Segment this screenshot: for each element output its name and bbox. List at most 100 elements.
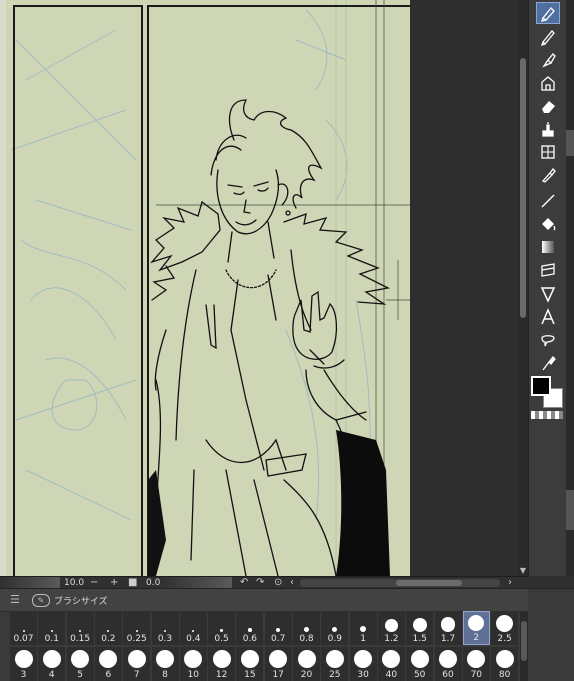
brush-size-option[interactable]: 25 [321, 647, 349, 681]
brush-size-option[interactable]: 0.6 [236, 611, 264, 645]
brush-size-option[interactable]: 0.9 [321, 611, 349, 645]
brush-size-option[interactable]: 0.8 [293, 611, 320, 645]
line-tool[interactable] [536, 190, 560, 212]
scroll-down-arrow[interactable]: ▼ [518, 566, 528, 576]
brush-size-preview-icon [14, 650, 33, 668]
brush-size-option[interactable]: 7 [123, 647, 151, 681]
brush-size-label: 0.3 [157, 634, 173, 644]
selection-tool[interactable] [536, 283, 560, 305]
horizontal-scrollbar[interactable] [300, 579, 500, 587]
panel-menu-icon[interactable]: ☰ [10, 593, 20, 606]
eyedropper-tool[interactable] [536, 164, 560, 186]
brush-size-option[interactable]: 0.07 [10, 611, 37, 645]
brush-size-option[interactable]: 6 [94, 647, 122, 681]
panel-header: ☰ ✎ ブラシサイズ [0, 589, 528, 612]
pen-tool[interactable] [536, 2, 560, 24]
brush-size-label: 25 [329, 670, 341, 680]
brush-size-option[interactable]: 0.2 [94, 611, 122, 645]
brush-size-option[interactable]: 0.15 [66, 611, 94, 645]
vertical-scrollbar[interactable]: ▼ [518, 0, 528, 576]
brush-size-option[interactable]: 10 [179, 647, 207, 681]
fill-tool[interactable] [536, 213, 560, 235]
brush-size-option[interactable]: 1 [349, 611, 377, 645]
brush-size-option[interactable]: 70 [462, 647, 490, 681]
brush-size-preview-icon [304, 627, 309, 632]
brush-size-option[interactable]: 30 [349, 647, 377, 681]
eraser-tool[interactable] [536, 95, 560, 117]
main-color-swatch[interactable] [531, 376, 551, 396]
canvas-area[interactable]: ▼ [0, 0, 528, 576]
brush-size-option[interactable]: 40 [377, 647, 405, 681]
brush-size-option[interactable]: 0.5 [208, 611, 236, 645]
brush-size-option[interactable]: 1.2 [377, 611, 405, 645]
brush-size-option[interactable]: 1.7 [434, 611, 462, 645]
brush-size-option[interactable]: 20 [293, 647, 320, 681]
pen-icon [541, 7, 555, 22]
pencil-tool[interactable] [536, 26, 560, 48]
horizontal-scroll-thumb[interactable] [396, 580, 462, 586]
dock-tab-marker[interactable] [566, 130, 574, 156]
brush-size-option[interactable]: 0.3 [151, 611, 179, 645]
brush-size-preview-icon [410, 650, 429, 668]
brush-size-option[interactable]: 8 [151, 647, 179, 681]
brush-size-preview-icon [107, 630, 110, 632]
brush-size-option[interactable]: 15 [236, 647, 264, 681]
brush-size-preview-icon [297, 650, 316, 668]
brush-size-option[interactable]: 60 [434, 647, 462, 681]
balloon-tool[interactable] [536, 330, 560, 352]
brush-size-label: 30 [357, 670, 369, 680]
brush-size-option[interactable]: 0.4 [179, 611, 207, 645]
brush-size-option[interactable]: 12 [208, 647, 236, 681]
brush-size-option[interactable]: 5 [66, 647, 94, 681]
brush-size-preview-icon [127, 650, 146, 668]
brush-size-option[interactable]: 2 [462, 611, 490, 645]
brush-size-preview-icon [468, 615, 485, 631]
brush-size-label: 1.5 [412, 634, 427, 644]
dock-bottom-corner [528, 576, 574, 588]
text-tool[interactable] [536, 306, 560, 328]
brush-size-label: 0.2 [101, 634, 116, 644]
decoration-tool[interactable] [536, 72, 560, 94]
transparent-color-swatch[interactable] [531, 411, 563, 419]
brush-size-option[interactable]: 3 [10, 647, 37, 681]
brush-size-option[interactable]: 0.1 [38, 611, 66, 645]
text-icon [541, 308, 555, 325]
dock-tab-marker[interactable] [566, 490, 574, 530]
brush-size-option[interactable]: 50 [406, 647, 434, 681]
brush-size-option[interactable]: 4 [38, 647, 66, 681]
brush-size-option[interactable]: 1.5 [406, 611, 434, 645]
panel-side-area [528, 589, 574, 681]
panel-scrollbar[interactable] [520, 611, 528, 681]
gradient-tool[interactable] [536, 236, 560, 258]
decoration-icon [541, 76, 555, 91]
manga-page[interactable] [6, 0, 410, 576]
brush-size-option[interactable]: 17 [264, 647, 292, 681]
brush-size-option[interactable]: 2.5 [491, 611, 519, 645]
frame-border-icon [541, 145, 555, 159]
tool-palette [528, 0, 567, 576]
brush-size-option[interactable]: 0.25 [123, 611, 151, 645]
pencil-icon [540, 30, 555, 46]
brush-size-preview-icon [467, 650, 486, 668]
brush-size-option[interactable]: 0.7 [264, 611, 292, 645]
brush-size-preview-icon [220, 629, 224, 632]
blend-tool[interactable] [536, 118, 560, 140]
vertical-scroll-thumb[interactable] [520, 58, 526, 318]
brush-size-preview-icon [99, 650, 118, 668]
brush-size-preview-icon [71, 650, 90, 668]
correct-line-tool[interactable] [536, 352, 560, 374]
brush-size-preview-icon [248, 628, 252, 632]
brush-size-label: 2 [473, 633, 480, 643]
brush-size-label: 60 [442, 670, 454, 680]
brush-size-label: 17 [272, 670, 284, 680]
brush-size-label: 7 [133, 670, 140, 680]
brush-size-icon: ✎ [32, 594, 50, 607]
brush-size-option[interactable]: 80 [491, 647, 519, 681]
panel-scroll-thumb[interactable] [521, 621, 527, 661]
color-swatches[interactable] [531, 376, 565, 410]
frame-tool[interactable] [536, 141, 560, 163]
brush-size-label: 8 [162, 670, 168, 680]
brush-size-preview-icon [184, 650, 203, 668]
brush-tool[interactable] [536, 49, 560, 71]
ruler-tool[interactable] [536, 259, 560, 281]
